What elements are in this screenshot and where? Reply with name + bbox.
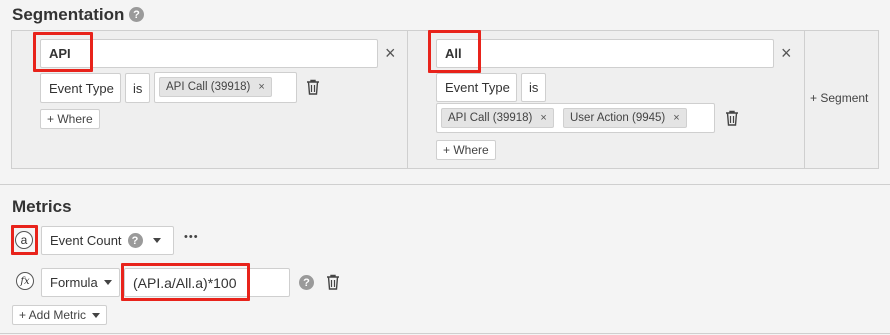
filter-property-select[interactable]: Event Type: [436, 73, 517, 102]
chip-remove-icon[interactable]: ×: [258, 81, 264, 93]
filter-operator-select[interactable]: is: [521, 73, 546, 102]
metric-type-select[interactable]: Formula: [41, 268, 120, 297]
trash-icon[interactable]: [306, 79, 320, 95]
chip-remove-icon[interactable]: ×: [673, 112, 679, 124]
segment-name-input[interactable]: All: [436, 39, 774, 68]
segment-divider: [804, 30, 805, 169]
highlight-box: [428, 30, 481, 73]
metric-event-label: Event Count: [50, 233, 122, 248]
add-where-button[interactable]: + Where: [40, 109, 100, 129]
add-metric-label: + Add Metric: [19, 308, 87, 322]
segmentation-help-icon[interactable]: ?: [129, 7, 144, 22]
highlight-box: [33, 32, 93, 72]
more-options-icon[interactable]: •••: [184, 231, 199, 243]
chevron-down-icon: [152, 238, 161, 243]
chip-label: API Call (39918): [448, 112, 533, 124]
filter-operator-select[interactable]: is: [125, 73, 150, 103]
chevron-down-icon: [92, 312, 101, 318]
highlight-box: [11, 225, 38, 255]
segment-divider: [407, 30, 408, 169]
filter-value-chip: API Call (39918) ×: [159, 77, 272, 97]
metrics-title: Metrics: [12, 197, 72, 216]
formula-fx-icon: fx: [16, 272, 34, 290]
metric-help-icon[interactable]: ?: [127, 233, 143, 248]
section-divider: [0, 184, 890, 185]
section-divider: [0, 333, 890, 334]
metric-type-label: Formula: [50, 275, 98, 290]
remove-segment-icon[interactable]: ×: [385, 44, 396, 62]
highlight-box: [121, 263, 250, 301]
add-segment-button[interactable]: + Segment: [810, 91, 868, 105]
formula-help-icon[interactable]: ?: [299, 275, 314, 290]
add-where-button[interactable]: + Where: [436, 140, 496, 160]
filter-value-chip: User Action (9945) ×: [563, 108, 687, 128]
chip-label: User Action (9945): [570, 112, 666, 124]
add-metric-button[interactable]: + Add Metric: [12, 305, 108, 325]
remove-segment-icon[interactable]: ×: [781, 44, 792, 62]
trash-icon[interactable]: [725, 110, 739, 126]
filter-property-select[interactable]: Event Type: [40, 73, 121, 103]
metric-event-select[interactable]: Event Count ?: [41, 226, 174, 255]
chip-remove-icon[interactable]: ×: [540, 112, 546, 124]
filter-value-chip: API Call (39918) ×: [441, 108, 554, 128]
segmentation-title: Segmentation: [12, 5, 125, 24]
trash-icon[interactable]: [326, 274, 340, 290]
chevron-down-icon: [103, 280, 112, 285]
chip-label: API Call (39918): [166, 81, 251, 93]
